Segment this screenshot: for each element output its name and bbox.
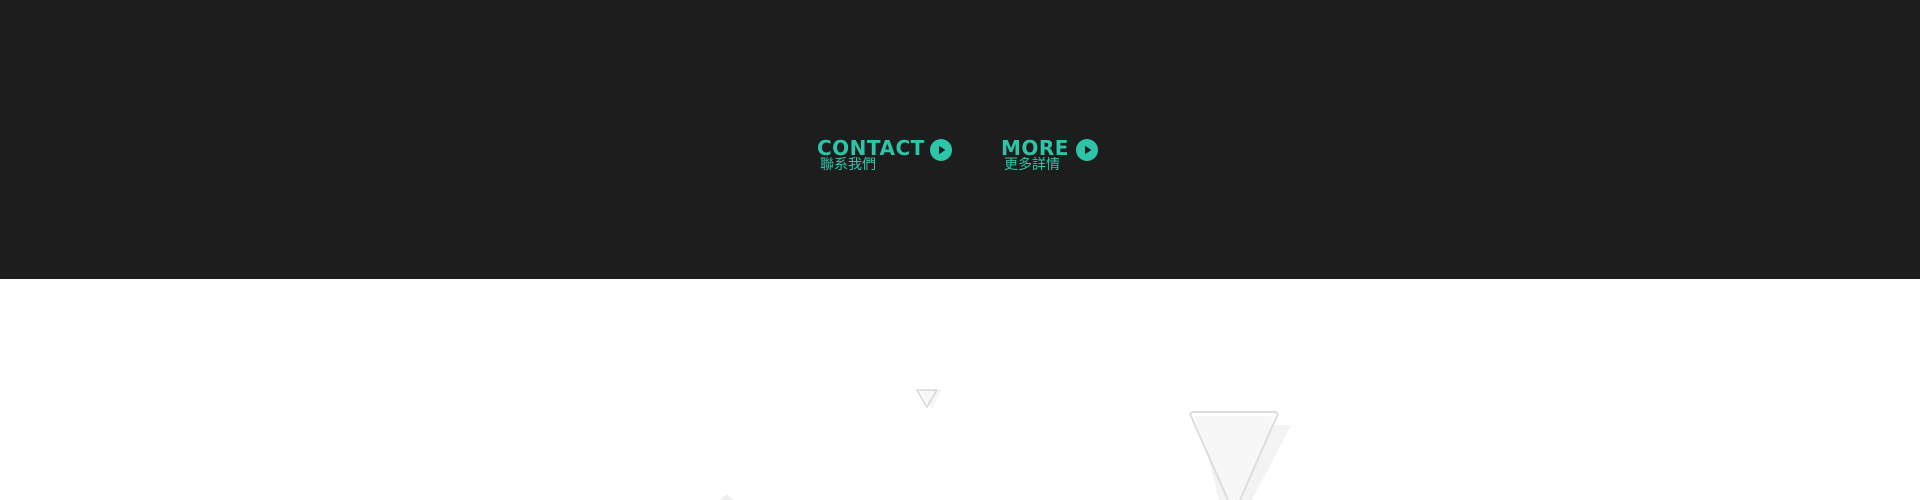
contact-button[interactable]: CONTACT 聯系我們 — [817, 134, 957, 174]
play-circle-icon — [930, 139, 952, 161]
more-button[interactable]: MORE 更多詳情 — [1001, 134, 1101, 174]
more-subtitle: 更多詳情 — [1004, 157, 1060, 173]
contact-subtitle: 聯系我們 — [820, 157, 876, 173]
decorative-triangles — [720, 389, 1291, 500]
call-to-action-band: CONTACT 聯系我們 MORE 更多詳情 — [0, 0, 1920, 279]
page: CONTACT 聯系我們 MORE 更多詳情 — [0, 0, 1920, 500]
play-circle-icon — [1076, 139, 1098, 161]
corner-triangle-fragment — [720, 494, 733, 500]
